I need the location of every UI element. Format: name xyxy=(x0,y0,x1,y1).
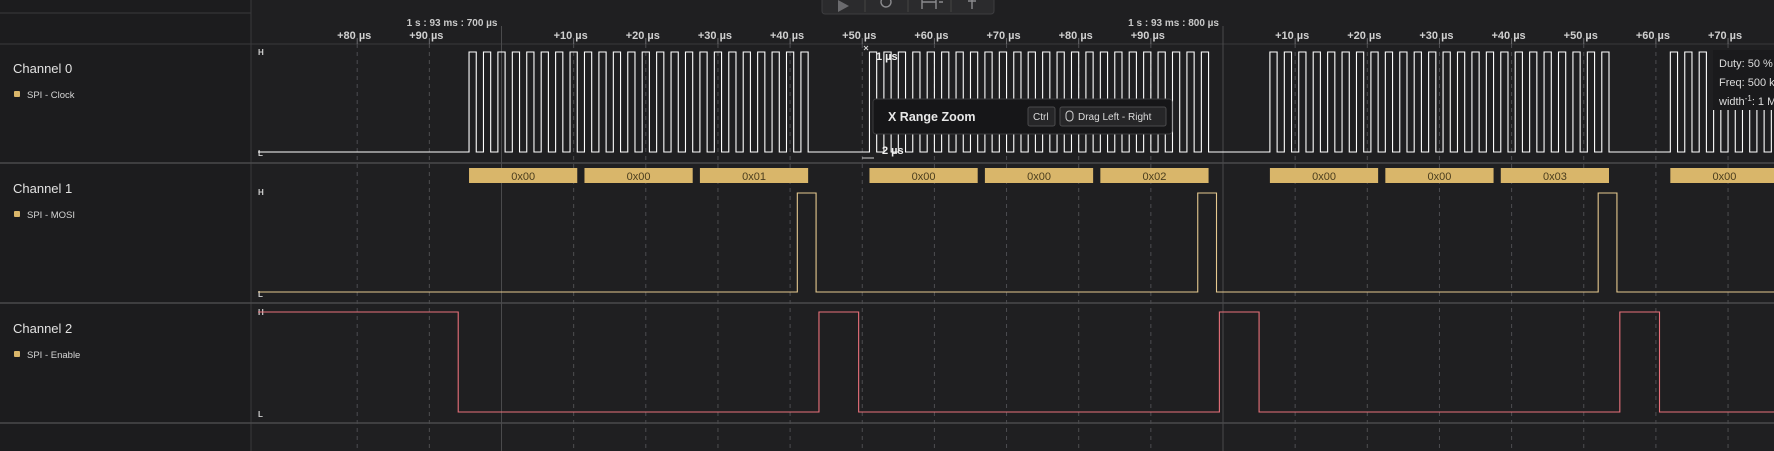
channel-1-waveform[interactable] xyxy=(258,192,1774,293)
byte-annotation-label: 0x00 xyxy=(912,171,936,183)
ruler-tick-label: +60 µs xyxy=(1636,30,1670,42)
logic-analyzer-view: 1 s : 93 ms : 700 µs 1 s : 93 ms : 800 µs… xyxy=(0,0,1774,451)
analyzer-name: SPI - Enable xyxy=(27,350,80,361)
width-label: width xyxy=(1718,96,1745,108)
byte-annotation-label: 0x00 xyxy=(1428,171,1452,183)
frequency-readout: Freq: 500 k xyxy=(1719,77,1774,89)
low-level-label: L xyxy=(258,290,263,299)
ruler-tick-label: +20 µs xyxy=(1347,30,1381,42)
byte-annotation-label: 0x02 xyxy=(1143,171,1167,183)
analyzer-name: SPI - Clock xyxy=(27,90,75,101)
channel-name: Channel 1 xyxy=(13,181,72,196)
ruler-tick-label: +10 µs xyxy=(1275,30,1309,42)
measure-marker-icon xyxy=(863,45,869,51)
ruler-tick-label: +30 µs xyxy=(1419,30,1453,42)
measurement-side-panel: Duty: 50 % Freq: 500 k width-1: 1 M xyxy=(1713,50,1774,110)
marker-button[interactable] xyxy=(952,0,992,13)
ruler-tick-label: +90 µs xyxy=(409,30,443,42)
timestamp-anchor-label: 1 s : 93 ms : 800 µs xyxy=(1128,18,1219,29)
byte-annotation-label: 0x01 xyxy=(742,171,766,183)
low-level-label: L xyxy=(258,410,263,419)
ruler-tick-label: +90 µs xyxy=(1131,30,1165,42)
byte-annotation-label: 0x00 xyxy=(627,171,651,183)
timing-button[interactable] xyxy=(909,0,949,13)
record-button[interactable] xyxy=(866,0,906,13)
x-range-zoom-tooltip: X Range Zoom Ctrl Drag Left - Right xyxy=(872,98,1173,135)
ruler-tick-label: +70 µs xyxy=(986,30,1020,42)
high-level-label: H xyxy=(258,188,264,197)
byte-annotation-label: 0x00 xyxy=(1027,171,1051,183)
byte-annotation-label: 0x00 xyxy=(1312,171,1336,183)
width-value: : 1 M xyxy=(1752,96,1774,108)
play-button[interactable] xyxy=(823,0,863,13)
drag-action-label: Drag Left - Right xyxy=(1078,112,1152,123)
ruler-tick-label: +40 µs xyxy=(1492,30,1526,42)
ruler-tick-label: +60 µs xyxy=(914,30,948,42)
top-toolbar xyxy=(821,0,995,15)
analyzer-dot xyxy=(14,91,20,97)
ruler-tick-label: +10 µs xyxy=(554,30,588,42)
low-level-label: L xyxy=(258,149,263,158)
byte-annotation-label: 0x00 xyxy=(1713,171,1737,183)
ctrl-key-label: Ctrl xyxy=(1033,112,1049,123)
ruler-tick-label: +70 µs xyxy=(1708,30,1742,42)
period-label: 2 µs xyxy=(882,145,904,157)
duty-readout: Duty: 50 % xyxy=(1719,58,1773,70)
channel-name: Channel 0 xyxy=(13,61,72,76)
analyzer-dot xyxy=(14,351,20,357)
spi-byte-annotations: 0x00 0x00 0x01 0x00 0x00 0x02 0x00 0x00 0x03 0x00… xyxy=(469,168,1774,183)
timestamp-anchor-label: 1 s : 93 ms : 700 µs xyxy=(407,18,498,29)
channel-name: Channel 2 xyxy=(13,321,72,336)
ruler-tick-label: +20 µs xyxy=(626,30,660,42)
ruler-tick-label: +80 µs xyxy=(1059,30,1093,42)
tooltip-title: X Range Zoom xyxy=(888,110,976,124)
byte-annotation-label: 0x00 xyxy=(511,171,535,183)
ruler-tick-label: +80 µs xyxy=(337,30,371,42)
byte-annotation-label: 0x03 xyxy=(1543,171,1567,183)
channel-2-waveform[interactable] xyxy=(258,311,1774,413)
high-level-label: H xyxy=(258,48,264,57)
ruler-tick-label: +50 µs xyxy=(842,30,876,42)
ruler-tick-label: +40 µs xyxy=(770,30,804,42)
analyzer-dot xyxy=(14,211,20,217)
ruler-tick-label: +30 µs xyxy=(698,30,732,42)
high-width-label: 1 µs xyxy=(876,51,898,63)
analyzer-name: SPI - MOSI xyxy=(27,210,75,221)
ruler-tick-label: +50 µs xyxy=(1564,30,1598,42)
